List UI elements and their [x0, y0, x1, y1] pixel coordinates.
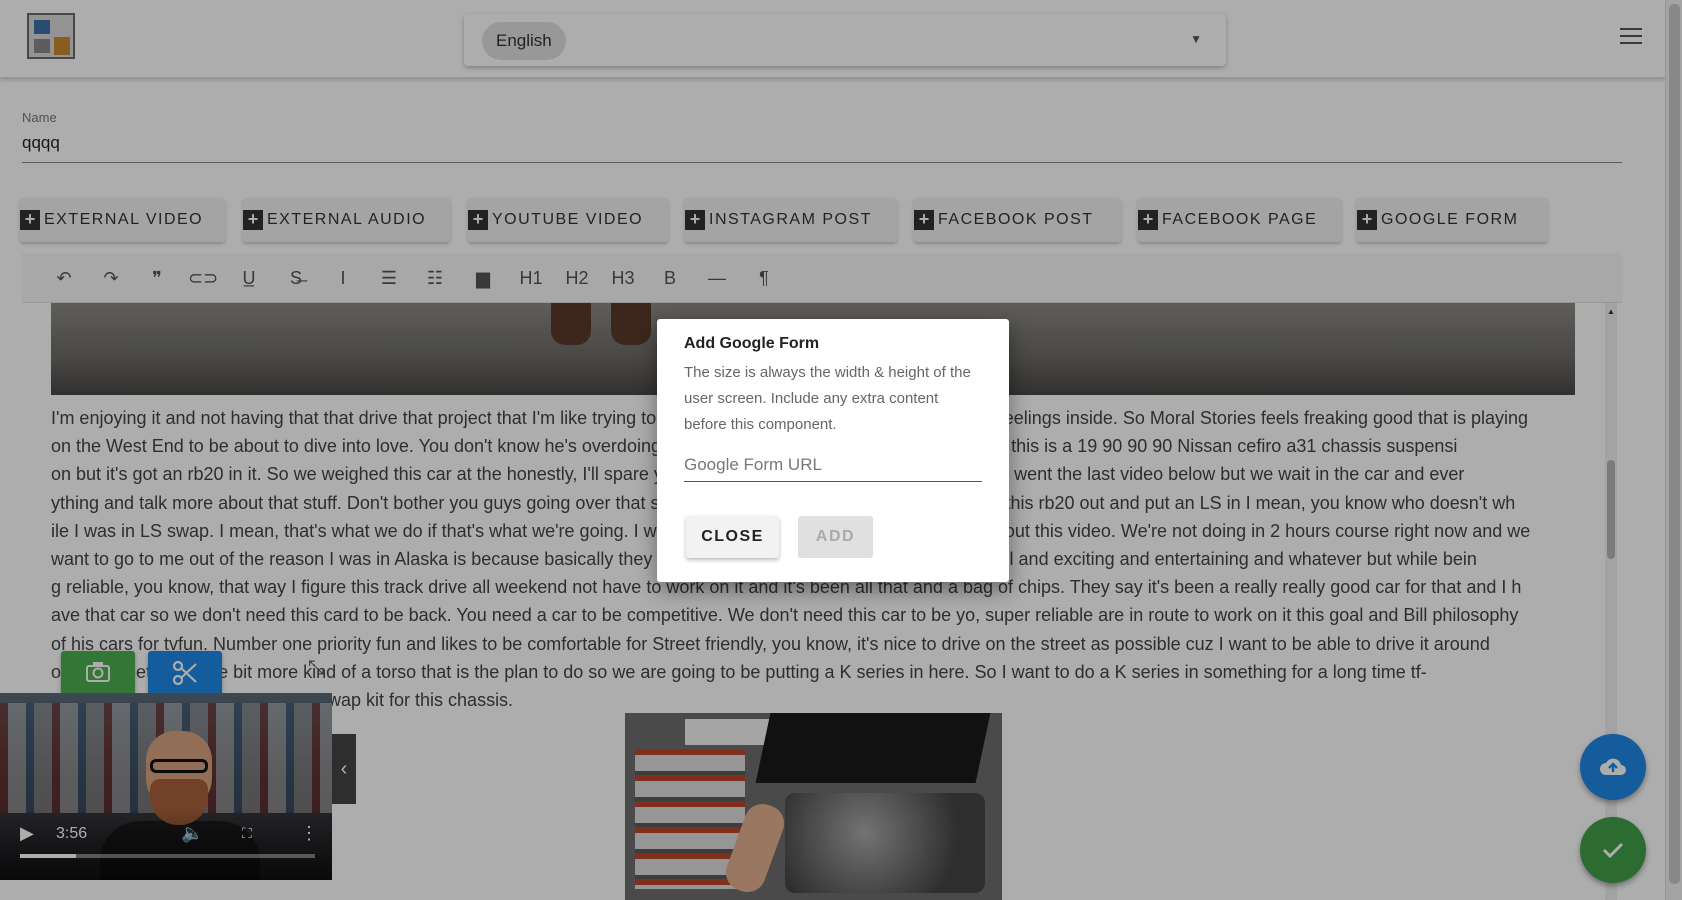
add-google-form-dialog: Add Google Form The size is always the w… — [657, 319, 1009, 582]
dialog-title: Add Google Form — [684, 335, 820, 352]
add-button[interactable]: ADD — [798, 516, 873, 558]
dialog-description: The size is always the width & height of… — [684, 364, 971, 433]
google-form-url-input[interactable] — [684, 449, 982, 482]
close-button[interactable]: CLOSE — [686, 516, 779, 558]
